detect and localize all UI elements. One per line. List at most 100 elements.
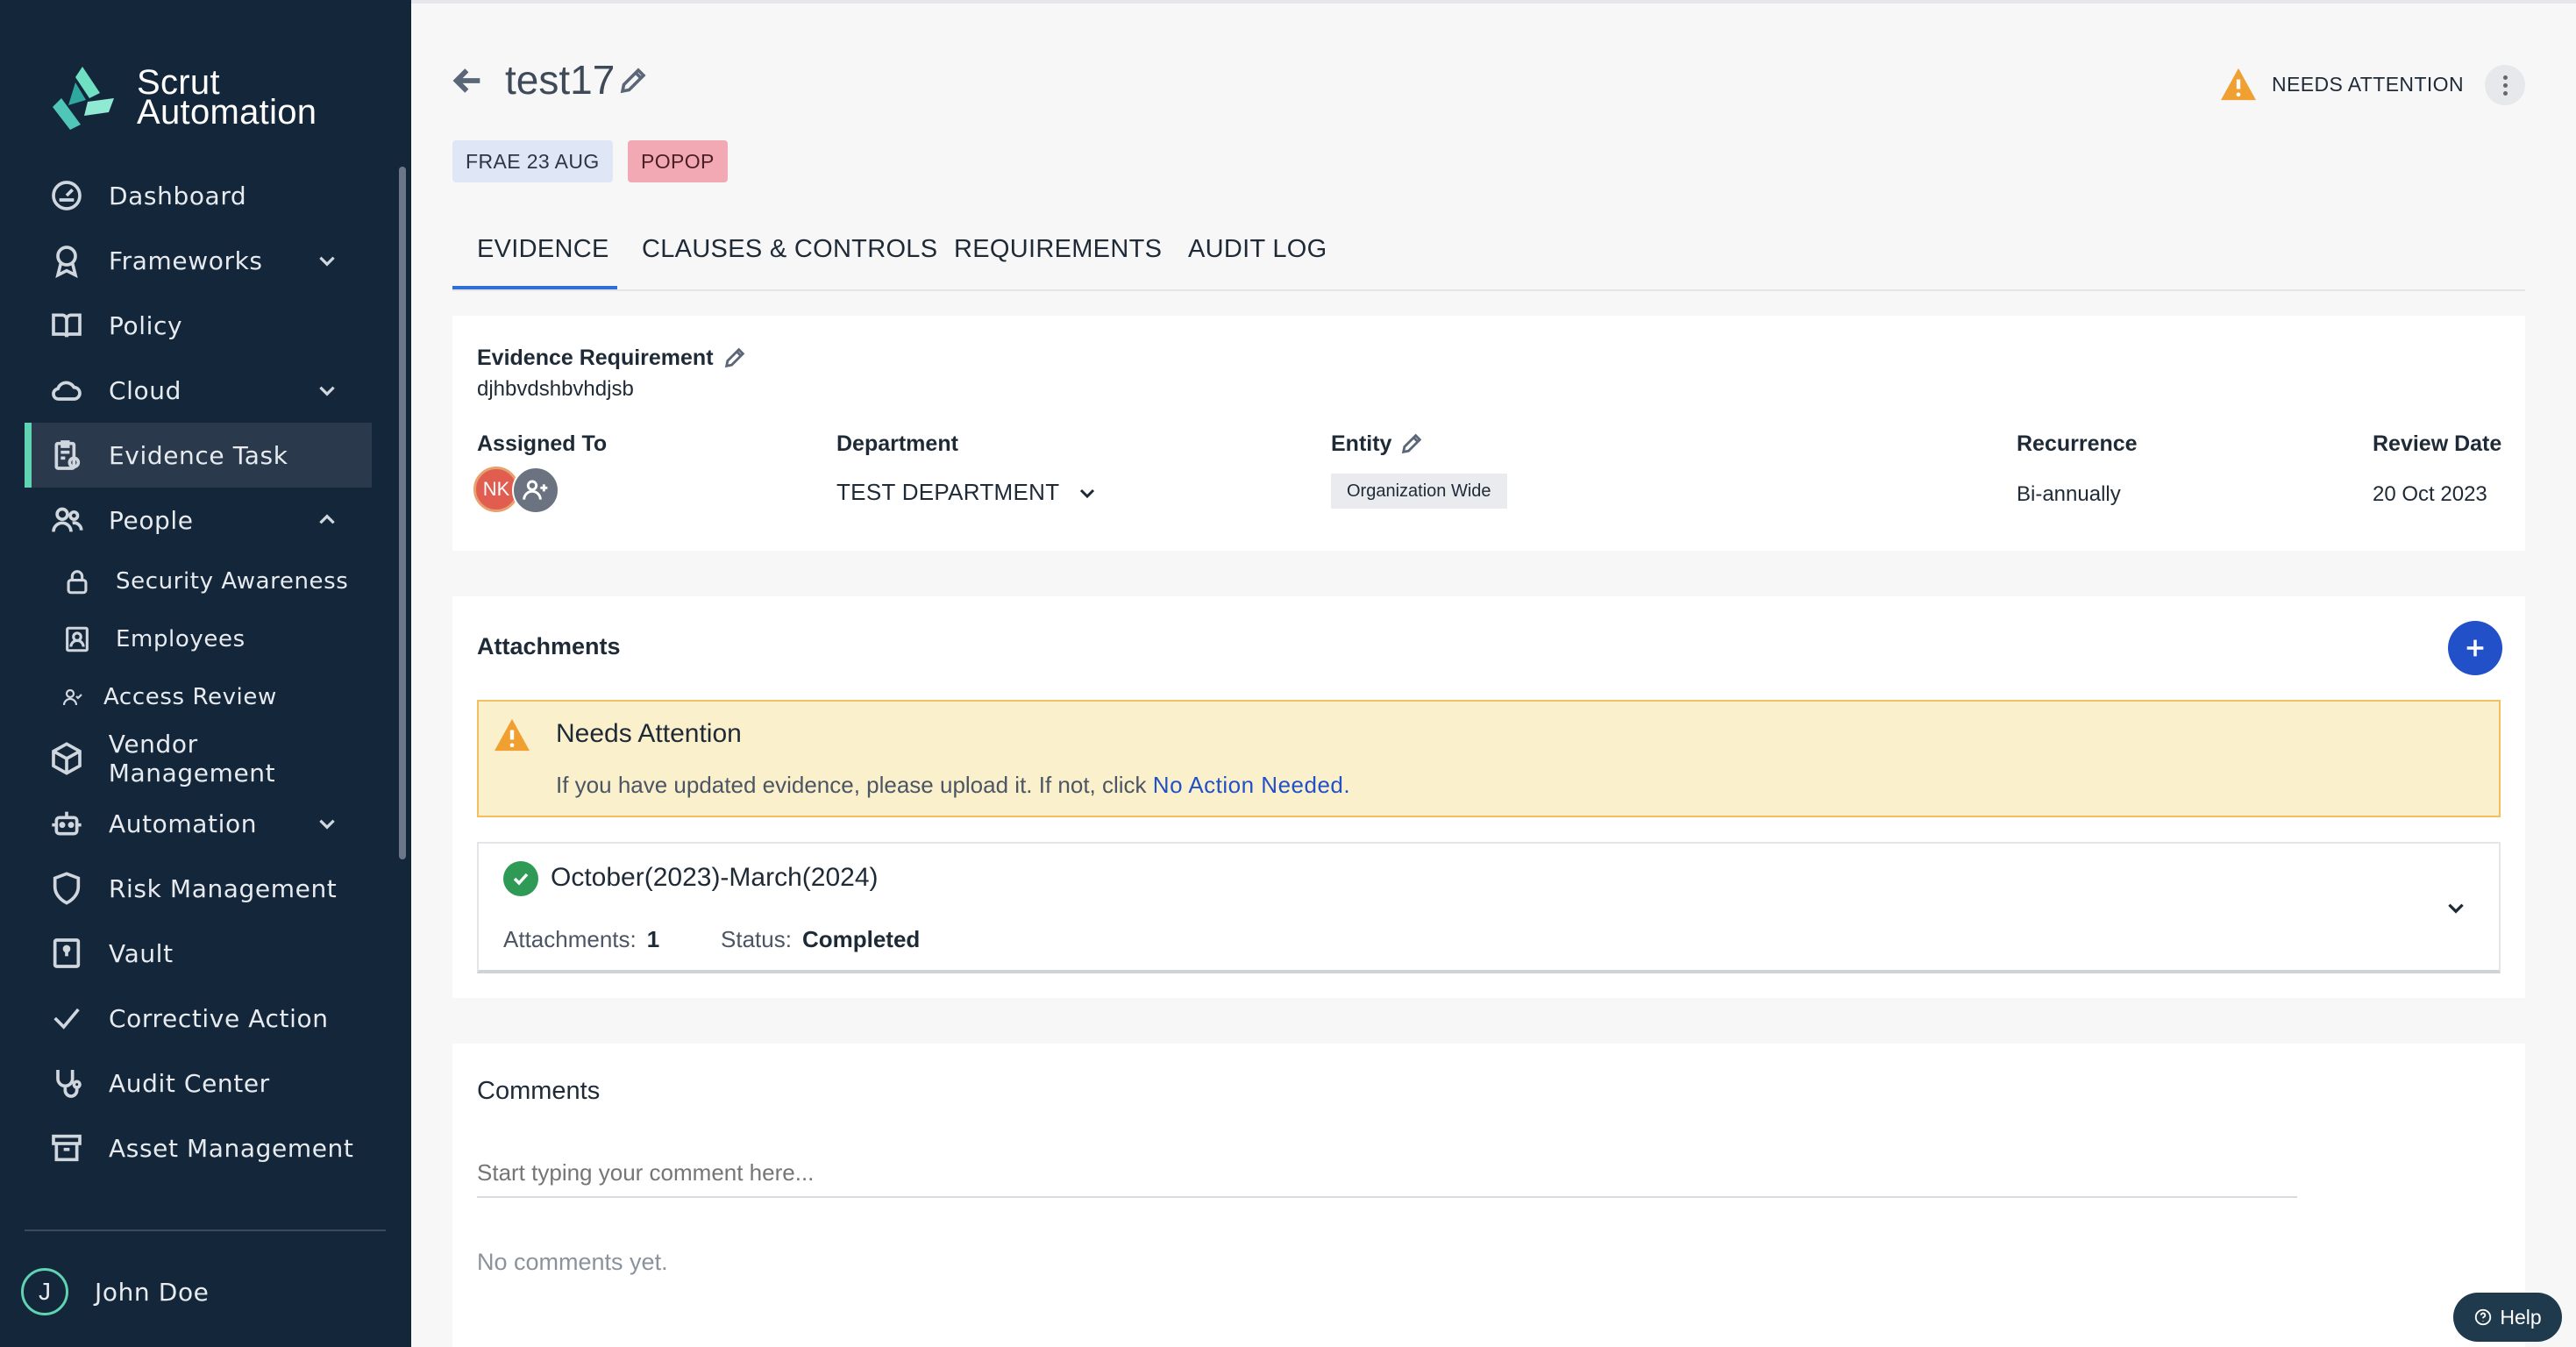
status-value: Completed — [801, 926, 921, 952]
review-date-value: 20 Oct 2023 — [2373, 482, 2487, 506]
sidebar-item-label: Frameworks — [109, 246, 263, 275]
tab-requirements[interactable]: REQUIREMENTS — [954, 235, 1162, 264]
active-tab-indicator — [452, 286, 617, 289]
check-icon — [47, 999, 86, 1037]
department-label: Department — [836, 431, 958, 456]
sidebar-item-automation[interactable]: Automation — [25, 791, 372, 856]
page-title: test17 — [505, 57, 616, 103]
sidebar-item-frameworks[interactable]: Frameworks — [25, 228, 372, 293]
sidebar-item-label: Security Awareness — [116, 568, 349, 595]
tab-evidence[interactable]: EVIDENCE — [477, 235, 609, 264]
department-value: TEST DEPARTMENT — [836, 479, 1060, 505]
clipboard-icon — [47, 436, 86, 474]
sidebar-item-evidence-task[interactable]: Evidence Task — [25, 423, 372, 488]
sidebar-item-corrective-action[interactable]: Corrective Action — [25, 986, 372, 1051]
attachments-title: Attachments — [477, 633, 621, 659]
sidebar-item-employees[interactable]: Employees — [25, 610, 372, 668]
period-title: October(2023)-March(2024) — [551, 863, 879, 892]
evidence-requirement-value: djhbvdshbvhdjsb — [477, 377, 634, 401]
sidebar-item-label: Evidence Task — [109, 440, 288, 470]
chevron-down-icon[interactable] — [316, 379, 338, 402]
dashboard-icon — [47, 176, 86, 215]
sidebar-item-access-review[interactable]: Access Review — [25, 668, 372, 726]
edit-entity-pencil-icon[interactable] — [1399, 431, 1424, 456]
review-date-label: Review Date — [2373, 431, 2502, 456]
chevron-down-icon[interactable] — [316, 249, 338, 272]
entity-chip: Organization Wide — [1331, 474, 1507, 509]
sidebar-item-label: Audit Center — [109, 1068, 270, 1098]
tab-audit-log[interactable]: AUDIT LOG — [1188, 235, 1327, 264]
sidebar-scrollbar[interactable] — [399, 167, 406, 859]
avatar: J — [21, 1268, 68, 1315]
sidebar-item-vault[interactable]: Vault — [25, 921, 372, 986]
evidence-period-row[interactable]: October(2023)-March(2024) Attachments: 1 … — [477, 842, 2501, 973]
recurrence-value: Bi-annually — [2017, 482, 2121, 506]
edit-requirement-pencil-icon[interactable] — [722, 346, 747, 370]
sidebar-item-vendor-management[interactable]: Vendor Management — [25, 726, 372, 791]
edit-title-pencil-icon[interactable] — [617, 65, 646, 94]
tag-label[interactable]: POPOP — [628, 140, 728, 182]
user-profile[interactable]: J John Doe — [21, 1268, 210, 1315]
add-attachment-button[interactable] — [2448, 621, 2502, 675]
employee-badge-icon — [58, 620, 96, 659]
sidebar-item-label: Dashboard — [109, 181, 247, 210]
comments-card: Comments No comments yet. — [452, 1044, 2525, 1347]
plus-icon — [2466, 639, 2484, 657]
lock-icon — [58, 562, 96, 601]
period-status: Status: Completed — [721, 926, 920, 953]
sidebar-item-label: Access Review — [103, 684, 277, 710]
sidebar-item-risk-management[interactable]: Risk Management — [25, 856, 372, 921]
no-action-needed-link[interactable]: No Action Needed. — [1153, 772, 1350, 798]
chevron-down-icon[interactable] — [316, 812, 338, 835]
sidebar-item-people[interactable]: People — [25, 488, 372, 552]
chevron-down-icon[interactable] — [2444, 896, 2467, 919]
chevron-down-icon — [1080, 488, 1095, 498]
warning-icon — [2221, 68, 2256, 101]
completed-check-icon — [503, 861, 538, 896]
sidebar-item-audit-center[interactable]: Audit Center — [25, 1051, 372, 1115]
attachments-card: Attachments Needs Attention If you have … — [452, 596, 2525, 998]
sidebar-item-label: Asset Management — [109, 1133, 354, 1163]
add-user-icon — [523, 480, 548, 500]
assigned-to-label: Assigned To — [477, 431, 608, 456]
help-icon — [2475, 1308, 2492, 1326]
attachments-count-value: 1 — [646, 926, 660, 952]
sidebar: Scrut Automation Dashboard Frameworks Po… — [0, 0, 411, 1347]
alert-title: Needs Attention — [556, 719, 742, 748]
sidebar-item-label: Cloud — [109, 375, 181, 405]
tab-bar: EVIDENCE CLAUSES & CONTROLS REQUIREMENTS… — [452, 221, 2525, 291]
user-check-icon — [53, 678, 91, 716]
chevron-up-icon[interactable] — [316, 509, 338, 531]
sidebar-item-label: Automation — [109, 809, 258, 838]
top-border — [411, 0, 2576, 4]
more-options-button[interactable] — [2485, 65, 2525, 105]
help-button[interactable]: Help — [2453, 1293, 2562, 1342]
sidebar-item-cloud[interactable]: Cloud — [25, 358, 372, 423]
sidebar-item-label: Policy — [109, 310, 183, 340]
sidebar-item-label: Employees — [116, 626, 246, 652]
app-logo[interactable]: Scrut Automation — [49, 63, 317, 132]
status-indicator: NEEDS ATTENTION — [2219, 67, 2464, 102]
sidebar-item-policy[interactable]: Policy — [25, 293, 372, 358]
warning-icon — [495, 718, 530, 752]
department-select[interactable]: TEST DEPARTMENT — [836, 479, 1098, 506]
tab-clauses-controls[interactable]: CLAUSES & CONTROLS — [642, 235, 937, 264]
book-icon — [47, 306, 86, 345]
add-assignee-button[interactable] — [512, 467, 559, 514]
tag-framework[interactable]: FRAE 23 AUG — [452, 140, 613, 182]
sidebar-item-security-awareness[interactable]: Security Awareness — [25, 552, 372, 610]
needs-attention-alert: Needs Attention If you have updated evid… — [477, 700, 2501, 817]
evidence-requirement-label: Evidence Requirement — [477, 346, 714, 370]
evidence-details-card: Evidence Requirement djhbvdshbvhdjsb Ass… — [452, 316, 2525, 551]
entity-label: Entity — [1331, 431, 1392, 456]
sidebar-item-label: Risk Management — [109, 873, 338, 903]
user-name: John Doe — [95, 1277, 210, 1307]
comment-input[interactable] — [477, 1149, 2297, 1198]
sidebar-item-dashboard[interactable]: Dashboard — [25, 163, 372, 228]
sidebar-nav: Dashboard Frameworks Policy Cloud Eviden… — [25, 163, 372, 1180]
vault-icon — [47, 934, 86, 973]
back-arrow-icon[interactable] — [451, 63, 486, 98]
cloud-icon — [47, 371, 86, 410]
help-label: Help — [2500, 1305, 2542, 1329]
sidebar-item-asset-management[interactable]: Asset Management — [25, 1115, 372, 1180]
